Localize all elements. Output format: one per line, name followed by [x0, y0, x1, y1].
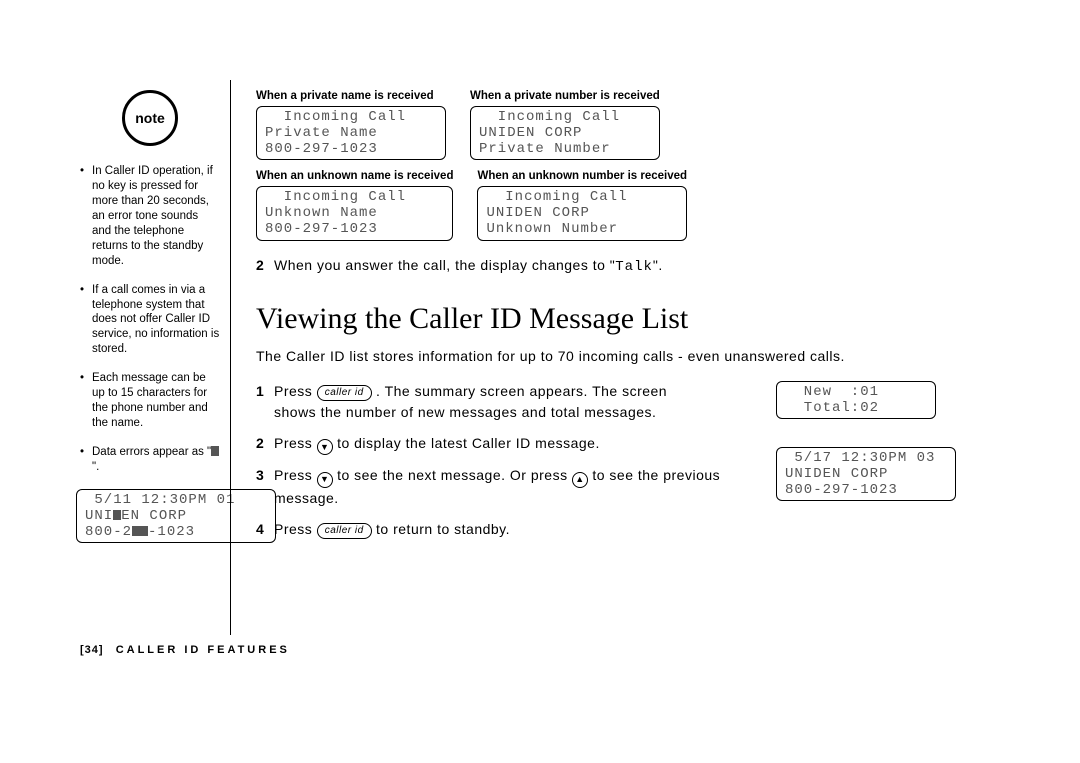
lcd-caption: When an unknown number is received	[477, 170, 687, 182]
section-heading: Viewing the Caller ID Message List	[256, 302, 976, 336]
lcd-error-example: 5/11 12:30PM 01 UNIEN CORP 800-2-1023	[76, 489, 276, 543]
up-arrow-icon: ▲	[572, 472, 588, 488]
lcd-caption: When an unknown name is received	[256, 170, 453, 182]
block-glyph-icon	[211, 446, 219, 456]
section-label: CALLER ID FEATURES	[116, 644, 290, 656]
step-number: 2	[256, 433, 264, 454]
page-footer: [34] CALLER ID FEATURES	[80, 644, 290, 656]
lcd-private-number: Incoming Call UNIDEN CORP Private Number	[470, 106, 660, 160]
step-number: 2	[256, 255, 264, 276]
note-badge: note	[122, 90, 178, 146]
sidebar-notes: note In Caller ID operation, if no key i…	[80, 90, 220, 543]
down-arrow-icon: ▼	[317, 439, 333, 455]
vertical-divider	[230, 80, 231, 635]
step-number: 3	[256, 465, 264, 486]
lcd-message-example: 5/17 12:30PM 03 UNIDEN CORP 800-297-1023	[776, 447, 956, 501]
lcd-private-name: Incoming Call Private Name 800-297-1023	[256, 106, 446, 160]
lcd-summary: New :01 Total:02	[776, 381, 936, 419]
keycap-caller-id: caller id	[317, 385, 372, 401]
page-number: [34]	[80, 644, 104, 656]
lcd-unknown-number: Incoming Call UNIDEN CORP Unknown Number	[477, 186, 687, 240]
step-number: 4	[256, 519, 264, 540]
note-item: Data errors appear as "".	[80, 445, 220, 475]
main-content: When a private name is received Incoming…	[256, 90, 976, 550]
keycap-caller-id: caller id	[317, 523, 372, 539]
section-intro: The Caller ID list stores information fo…	[256, 346, 976, 367]
note-item: Each message can be up to 15 characters …	[80, 371, 220, 431]
step-number: 1	[256, 381, 264, 402]
lcd-caption: When a private number is received	[470, 90, 660, 102]
note-item: If a call comes in via a telephone syste…	[80, 283, 220, 358]
lcd-unknown-name: Incoming Call Unknown Name 800-297-1023	[256, 186, 453, 240]
lcd-caption: When a private name is received	[256, 90, 446, 102]
down-arrow-icon: ▼	[317, 472, 333, 488]
note-item: In Caller ID operation, if no key is pre…	[80, 164, 220, 269]
step-text: When you answer the call, the display ch…	[274, 257, 615, 273]
